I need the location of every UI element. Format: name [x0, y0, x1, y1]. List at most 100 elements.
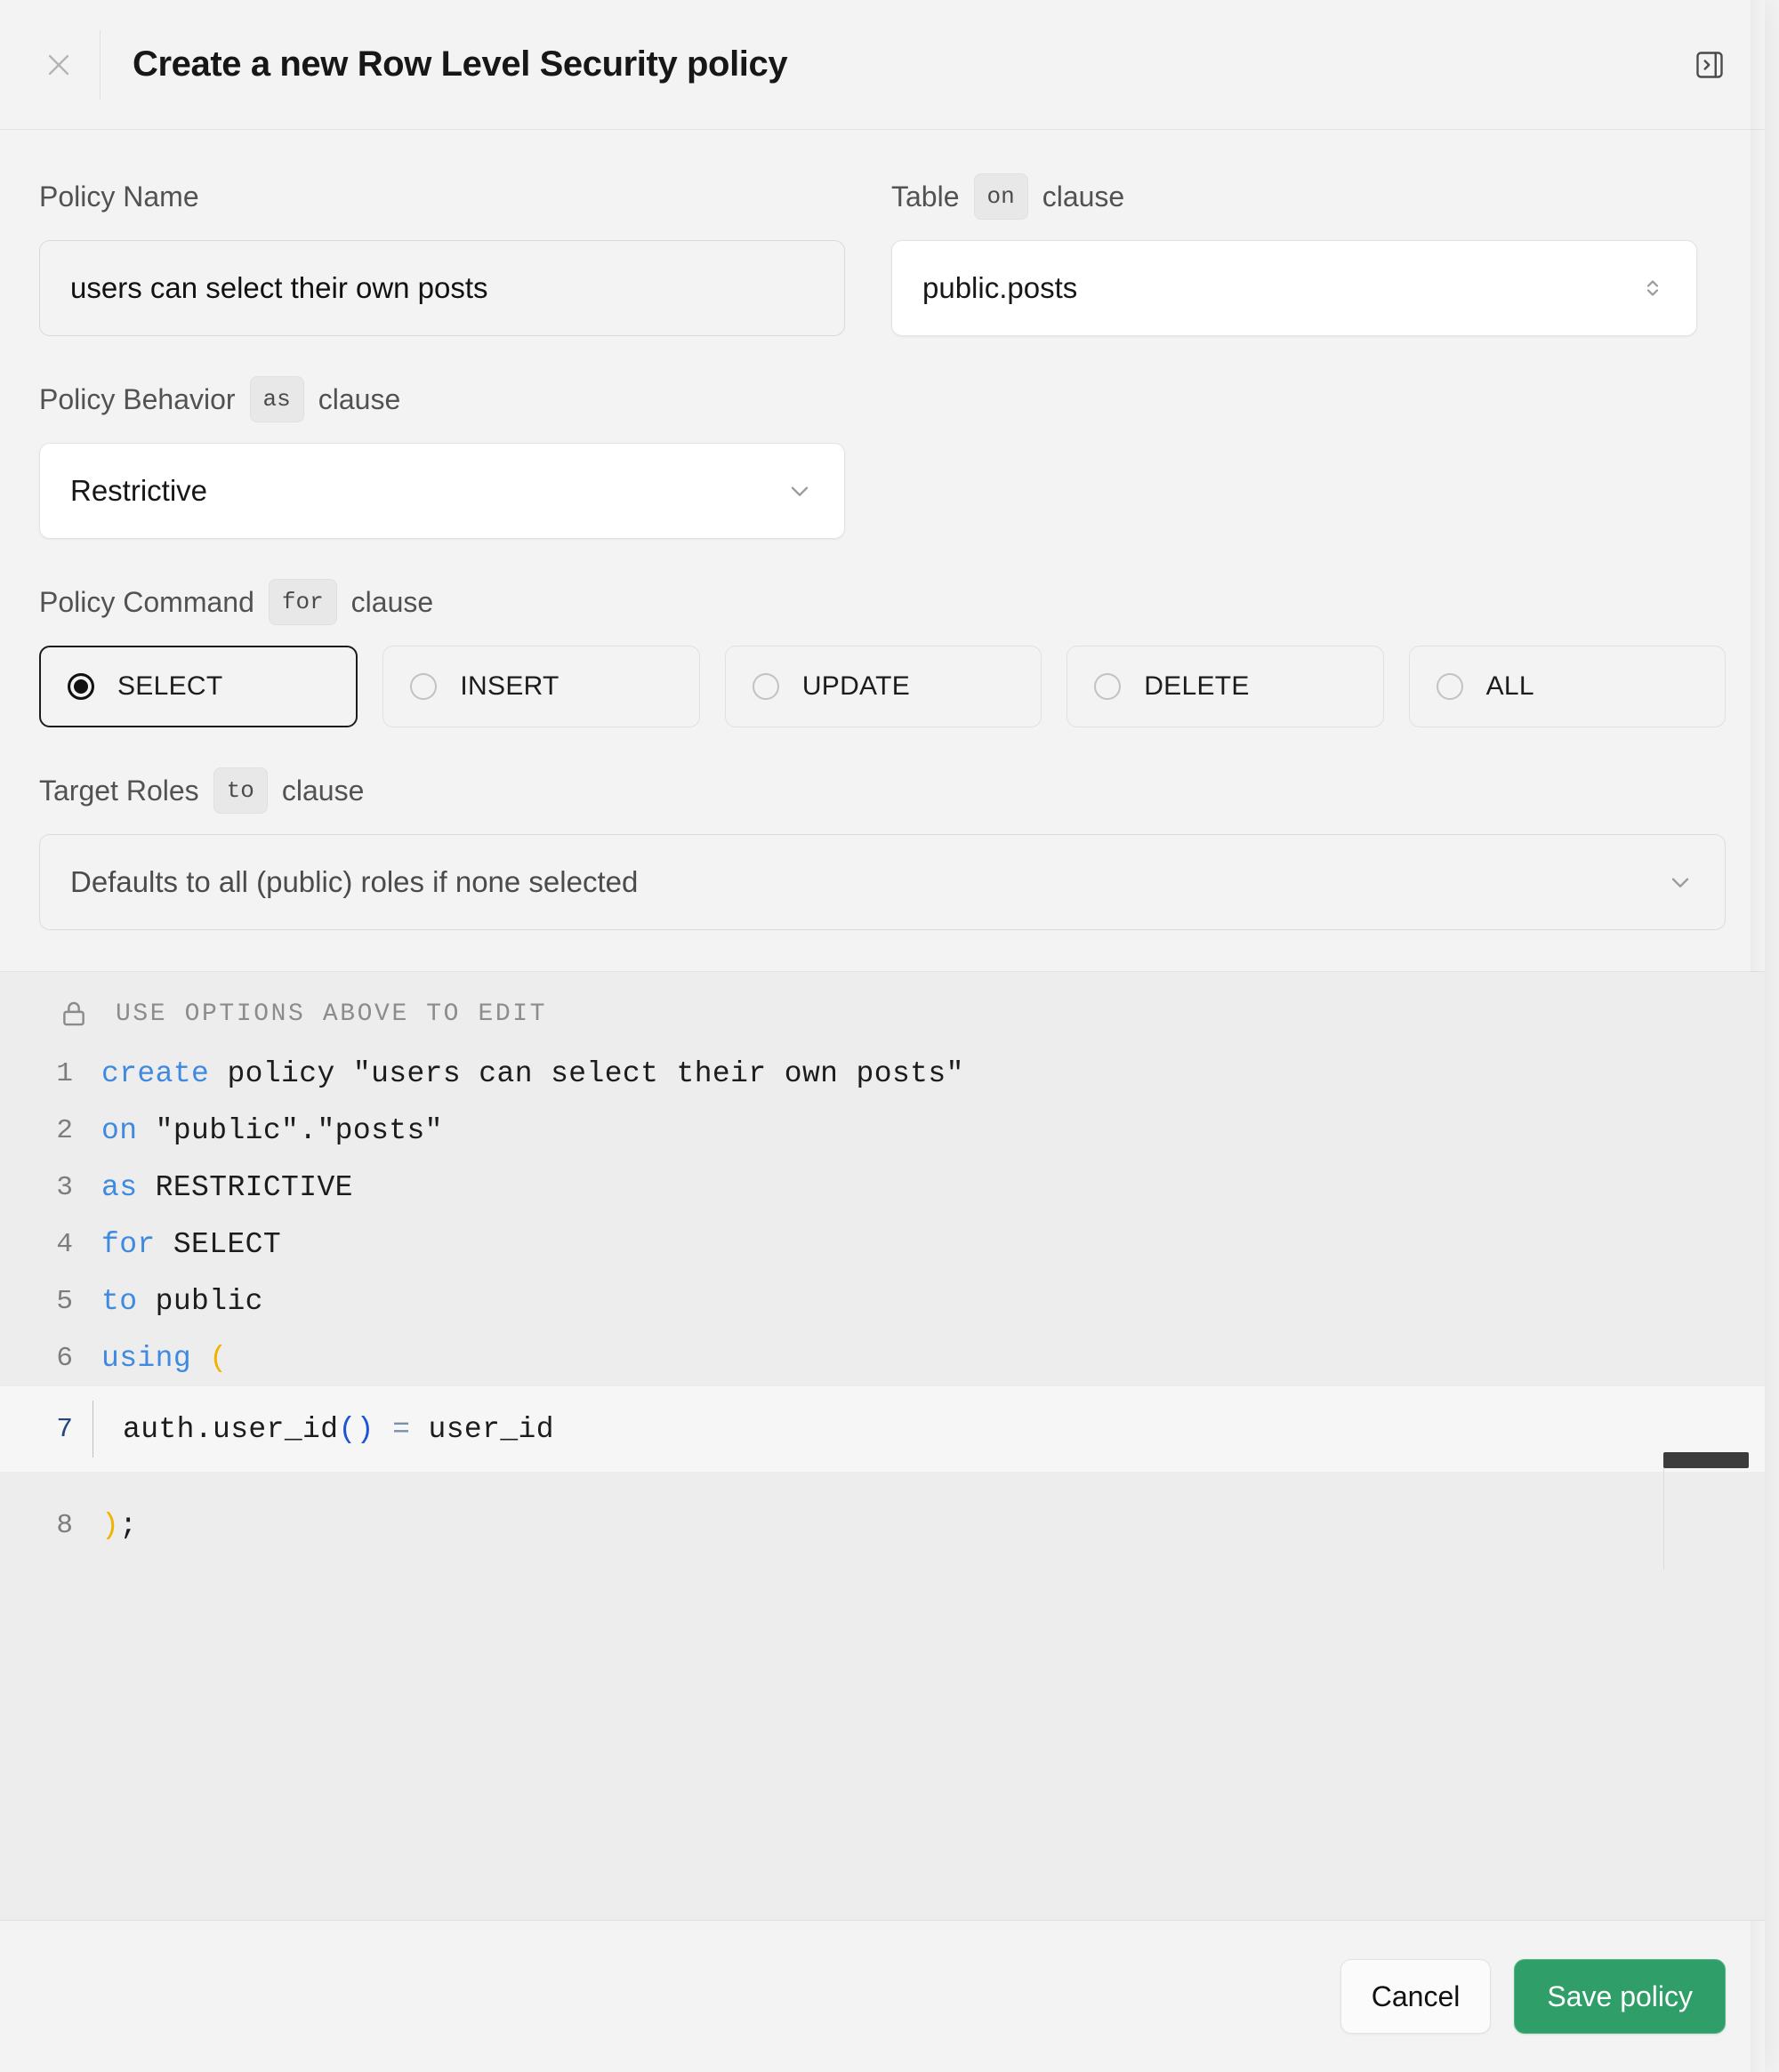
editor-gutter-line [1663, 1465, 1664, 1570]
line-number: 8 [0, 1510, 93, 1541]
code-expr-right: user_id [429, 1413, 554, 1446]
radio-dot-icon [1437, 673, 1463, 700]
radio-option-delete[interactable]: DELETE [1067, 646, 1383, 727]
policy-command-radio-group: SELECT INSERT UPDATE DELETE ALL [39, 646, 1726, 727]
sql-keyword: for [101, 1228, 156, 1261]
editor-horizontal-scrollbar[interactable] [1663, 1452, 1749, 1468]
close-paren: ) [101, 1509, 119, 1542]
semicolon: ; [119, 1509, 137, 1542]
radio-option-select[interactable]: SELECT [39, 646, 358, 727]
modal-footer: Cancel Save policy [0, 1921, 1765, 2072]
code-line-5: 5 to public [0, 1273, 1765, 1329]
policy-command-clause-word: clause [351, 586, 434, 619]
chevron-up-down-icon [1639, 275, 1666, 301]
policy-name-field-group: Policy Name [39, 173, 845, 336]
line-number: 4 [0, 1229, 93, 1260]
radio-dot-icon [410, 673, 437, 700]
target-roles-label-row: Target Roles to clause [39, 767, 1726, 815]
radio-label: SELECT [117, 671, 223, 702]
table-clause-chip: on [974, 173, 1028, 220]
code-line-blank [0, 1472, 1765, 1497]
cancel-button[interactable]: Cancel [1340, 1959, 1492, 2034]
code-line-6: 6 using ( [0, 1329, 1765, 1386]
table-label: Table [891, 181, 960, 213]
table-clause-word: clause [1042, 181, 1125, 213]
table-select[interactable]: public.posts [891, 240, 1697, 336]
code-line-text: as RESTRICTIVE [93, 1171, 353, 1204]
code-line-text: ); [93, 1509, 137, 1542]
policy-behavior-field-group: Policy Behavior as clause Restrictive [39, 375, 1726, 539]
policy-name-label: Policy Name [39, 181, 199, 213]
target-roles-select[interactable]: Defaults to all (public) roles if none s… [39, 834, 1726, 930]
policy-name-label-row: Policy Name [39, 173, 845, 221]
target-roles-clause-word: clause [282, 775, 365, 807]
sql-keyword: on [101, 1114, 137, 1147]
table-label-row: Table on clause [891, 173, 1697, 221]
policy-name-input[interactable] [39, 240, 845, 336]
line-number: 3 [0, 1172, 93, 1203]
radio-option-all[interactable]: ALL [1409, 646, 1726, 727]
policy-form: Policy Name Table on clause public.posts [0, 130, 1765, 972]
sql-keyword: using [101, 1342, 191, 1375]
lock-icon [59, 999, 89, 1029]
save-policy-button[interactable]: Save policy [1514, 1959, 1726, 2034]
line-number: 5 [0, 1286, 93, 1317]
code-line-text: to public [93, 1285, 263, 1318]
sql-keyword: create [101, 1057, 209, 1090]
chevron-down-icon [785, 477, 814, 505]
code-expr-left: auth.user_id [123, 1413, 338, 1446]
radio-option-insert[interactable]: INSERT [382, 646, 699, 727]
code-rest: RESTRICTIVE [137, 1171, 352, 1204]
code-line-4: 4 for SELECT [0, 1216, 1765, 1273]
open-paren: ( [209, 1342, 227, 1375]
policy-behavior-clause-chip: as [250, 376, 304, 422]
target-roles-clause-chip: to [213, 767, 268, 814]
call-parens: () [338, 1413, 374, 1446]
policy-behavior-select[interactable]: Restrictive [39, 443, 845, 539]
policy-command-field-group: Policy Command for clause SELECT INSERT … [39, 578, 1726, 727]
target-roles-select-value: Defaults to all (public) roles if none s… [70, 865, 1666, 899]
radio-dot-icon [68, 673, 94, 700]
radio-label: DELETE [1144, 671, 1250, 702]
policy-behavior-label: Policy Behavior [39, 383, 236, 416]
policy-command-clause-chip: for [269, 579, 337, 625]
rls-policy-modal: Create a new Row Level Security policy P… [0, 0, 1765, 2072]
code-line-3: 3 as RESTRICTIVE [0, 1159, 1765, 1216]
code-rest: "public"."posts" [137, 1114, 442, 1147]
sql-keyword: as [101, 1171, 137, 1204]
table-select-value: public.posts [922, 271, 1639, 305]
code-operator: = [374, 1413, 429, 1446]
code-line-2: 2 on "public"."posts" [0, 1102, 1765, 1159]
code-rest: SELECT [156, 1228, 281, 1261]
header-divider [100, 30, 101, 100]
code-line-text: auth.user_id() = user_id [93, 1401, 554, 1458]
sql-preview-editor: USE OPTIONS ABOVE TO EDIT 1 create polic… [0, 972, 1765, 1921]
code-line-text: using ( [93, 1342, 227, 1375]
line-number: 2 [0, 1115, 93, 1146]
policy-behavior-label-row: Policy Behavior as clause [39, 375, 1726, 423]
code-rest: policy "users can select their own posts… [209, 1057, 964, 1090]
target-roles-label: Target Roles [39, 775, 199, 807]
code-line-7[interactable]: 7 auth.user_id() = user_id [0, 1386, 1765, 1472]
code-line-text: on "public"."posts" [93, 1114, 443, 1147]
radio-dot-icon [753, 673, 779, 700]
form-row-name-table: Policy Name Table on clause public.posts [39, 173, 1726, 336]
chevron-down-icon [1666, 868, 1694, 896]
code-line-text: create policy "users can select their ow… [93, 1057, 964, 1090]
modal-header: Create a new Row Level Security policy [0, 0, 1765, 130]
close-icon[interactable] [39, 45, 78, 84]
line-number: 7 [0, 1414, 93, 1445]
radio-dot-icon [1094, 673, 1121, 700]
code-space [191, 1342, 209, 1375]
code-rest: public [137, 1285, 262, 1318]
radio-option-update[interactable]: UPDATE [725, 646, 1042, 727]
policy-behavior-clause-word: clause [318, 383, 401, 416]
editor-hint-text: USE OPTIONS ABOVE TO EDIT [116, 1000, 547, 1028]
radio-label: UPDATE [802, 671, 910, 702]
panel-collapse-right-icon[interactable] [1690, 45, 1729, 84]
code-line-1: 1 create policy "users can select their … [0, 1045, 1765, 1102]
code-line-text: for SELECT [93, 1228, 281, 1261]
target-roles-field-group: Target Roles to clause Defaults to all (… [39, 767, 1726, 930]
sql-keyword: to [101, 1285, 137, 1318]
table-field-group: Table on clause public.posts [891, 173, 1697, 336]
